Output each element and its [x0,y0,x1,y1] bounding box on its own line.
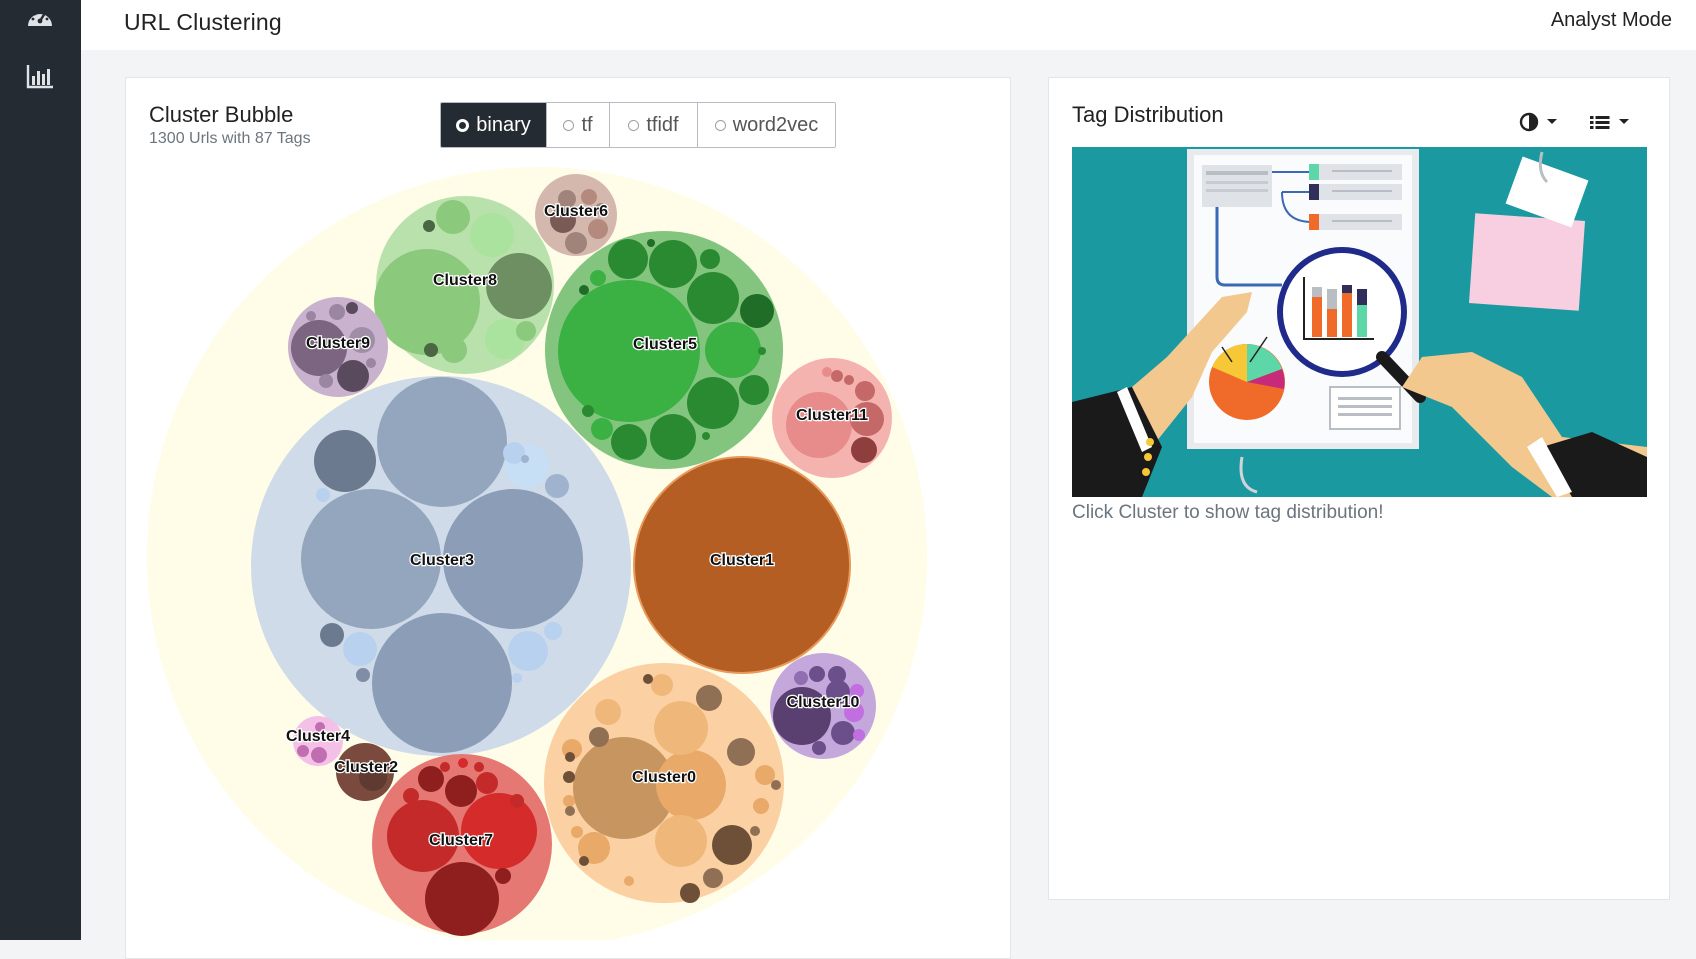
cluster0-label: Cluster0 [632,769,696,786]
contrast-dropdown-button[interactable] [1519,112,1561,137]
cluster8-label: Cluster8 [433,272,497,289]
cluster9-label: Cluster9 [306,335,370,352]
cluster10-label: Cluster10 [787,694,860,711]
cluster-bubble-cluster5[interactable]: Cluster5 [545,231,783,469]
tag-distribution-placeholder-illustration [1072,147,1647,497]
cluster11-label: Cluster11 [796,407,868,424]
tag-distribution-card: Tag Distribution Click Cluster to show t… [1048,77,1670,900]
cluster4-label: Cluster4 [286,728,350,745]
analyst-mode-label[interactable]: Analyst Mode [1551,9,1672,32]
chevron-down-icon [1619,119,1629,124]
cluster7-label: Cluster7 [429,832,493,849]
cluster-bubble-cluster1[interactable]: Cluster1 [633,456,851,674]
app-title: URL Clustering [124,9,282,35]
cluster5-label: Cluster5 [633,336,697,353]
list-dropdown-button[interactable] [1589,112,1633,137]
dashboard-icon[interactable] [24,2,56,34]
cluster-bubble-cluster6[interactable]: Cluster6 [535,174,617,256]
cluster-bubble-cluster9[interactable]: Cluster9 [288,297,388,397]
cluster6-label: Cluster6 [544,203,608,220]
chevron-down-icon [1547,119,1557,124]
cluster-bubble-cluster3[interactable]: Cluster3 [251,376,631,756]
cluster1-label: Cluster1 [710,552,774,569]
cluster-bubble-cluster11[interactable]: Cluster11 [772,358,892,478]
bar-chart-icon[interactable] [24,60,56,92]
top-bar: URL Clustering Analyst Mode [81,0,1696,50]
sidebar [0,0,81,940]
cluster2-label: Cluster2 [334,759,398,776]
list-icon [1590,116,1610,129]
cluster-bubble-chart: Cluster3 Cluster1 Cluster5 Cluster8 Clus… [147,167,927,940]
tag-distribution-title: Tag Distribution [1072,102,1224,127]
cluster-bubble-cluster10[interactable]: Cluster10 [770,653,876,759]
tag-distribution-hint: Click Cluster to show tag distribution! [1072,502,1384,523]
cluster-bubble-cluster0[interactable]: Cluster0 [544,663,784,903]
cluster-bubble-card: Cluster Bubble 1300 Urls with 87 Tags bi… [125,77,1011,959]
cluster3-label: Cluster3 [410,552,474,569]
